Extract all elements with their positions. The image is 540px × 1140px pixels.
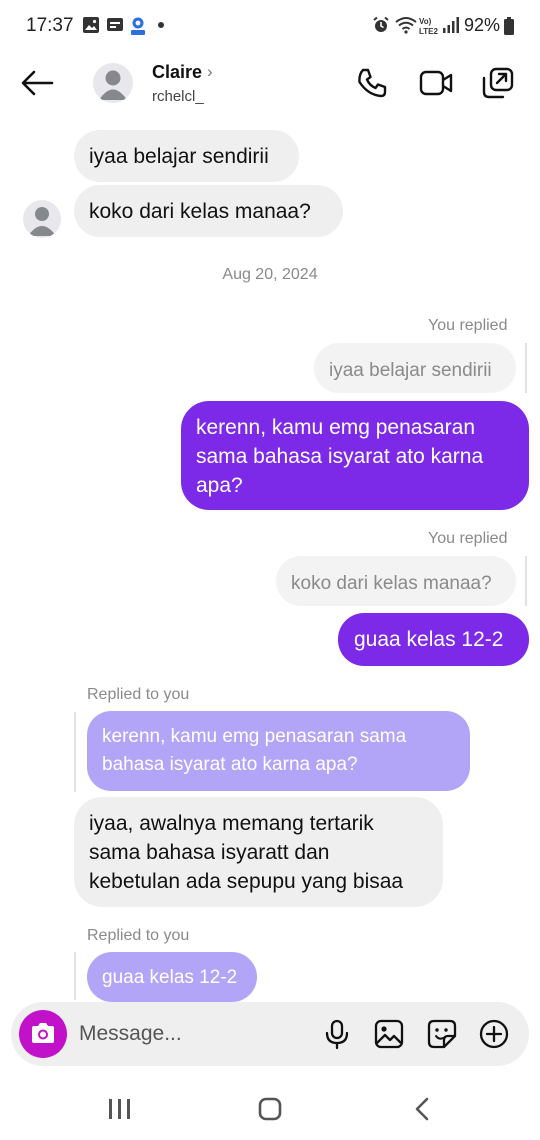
message-text: iyaa belajar sendirii (89, 145, 269, 168)
quoted-message[interactable]: kerenn, kamu emg penasaran sama bahasa i… (87, 711, 470, 791)
contact-name[interactable]: Claire (152, 62, 202, 83)
app-icon (129, 16, 147, 41)
contact-handle[interactable]: rchelcl_ (152, 88, 204, 105)
status-time: 17:37 (26, 15, 74, 36)
volte-icon: Vo) LTE2 (418, 16, 440, 38)
chat-header: Claire › rchelcl_ (0, 52, 540, 116)
sticker-icon[interactable] (426, 1018, 458, 1050)
dot-icon (158, 22, 164, 28)
microphone-icon[interactable] (321, 1018, 353, 1050)
quoted-message[interactable]: guaa kelas 12-2 (87, 952, 257, 1002)
message-line: sama bahasa isyaratt dan (89, 841, 330, 864)
quoted-message[interactable]: koko dari kelas manaa? (276, 556, 516, 606)
phone-icon[interactable] (355, 66, 389, 100)
message-received[interactable]: koko dari kelas manaa? (74, 185, 343, 237)
message-line: apa? (196, 474, 243, 497)
message-text: koko dari kelas manaa? (89, 200, 311, 223)
quoted-text: koko dari kelas manaa? (291, 573, 492, 594)
replied-to-you-label: Replied to you (87, 686, 190, 703)
you-replied-label: You replied (428, 530, 508, 547)
message-line: sama bahasa isyarat ato karna (196, 445, 484, 468)
image-icon[interactable] (373, 1018, 405, 1050)
date-separator: Aug 20, 2024 (222, 266, 318, 283)
svg-text:LTE2: LTE2 (419, 27, 439, 36)
message-received[interactable]: iyaa belajar sendirii (74, 130, 299, 182)
signal-icon (442, 16, 460, 39)
external-link-icon[interactable] (481, 66, 515, 100)
plus-icon[interactable] (478, 1018, 510, 1050)
notification-icon (106, 16, 124, 39)
quoted-line: bahasa isyarat ato karna apa? (102, 754, 358, 775)
system-nav-bar (0, 1076, 540, 1140)
chevron-right-icon[interactable]: › (207, 62, 213, 82)
wifi-icon (394, 16, 418, 39)
message-line: iyaa, awalnya memang tertarik (89, 812, 374, 835)
message-text: guaa kelas 12-2 (354, 628, 504, 651)
recents-icon[interactable] (100, 1094, 140, 1124)
quote-bar (525, 556, 527, 606)
alarm-icon (372, 16, 390, 39)
message-sent[interactable]: kerenn, kamu emg penasaran sama bahasa i… (181, 401, 529, 510)
quoted-message[interactable]: iyaa belajar sendirii (314, 343, 516, 393)
message-composer (11, 1002, 529, 1066)
message-sent[interactable]: guaa kelas 12-2 (338, 613, 529, 666)
camera-icon[interactable] (19, 1010, 67, 1058)
message-received[interactable]: iyaa, awalnya memang tertarik sama bahas… (74, 797, 443, 907)
home-icon[interactable] (250, 1094, 290, 1124)
back-arrow-icon[interactable] (18, 66, 56, 100)
battery-icon (504, 17, 514, 40)
svg-text:Vo): Vo) (419, 17, 432, 26)
quote-bar (74, 712, 76, 792)
avatar-icon[interactable] (93, 63, 133, 103)
quoted-text: iyaa belajar sendirii (329, 360, 492, 381)
message-input[interactable] (79, 1020, 299, 1048)
quoted-text: guaa kelas 12-2 (102, 967, 238, 988)
replied-to-you-label: Replied to you (87, 927, 190, 944)
quote-bar (525, 343, 527, 393)
message-line: kerenn, kamu emg penasaran (196, 416, 475, 439)
you-replied-label: You replied (428, 317, 508, 334)
gallery-icon (82, 16, 100, 39)
quoted-line: kerenn, kamu emg penasaran sama (102, 726, 407, 747)
back-icon[interactable] (402, 1094, 442, 1124)
status-bar: 17:37 Vo) LTE2 92% (0, 0, 540, 52)
quote-bar (74, 952, 76, 1000)
message-line: kebetulan ada sepupu yang bisaa (89, 870, 404, 893)
sender-avatar-icon[interactable] (23, 200, 61, 238)
video-icon[interactable] (418, 66, 453, 100)
battery-percent: 92% (464, 15, 501, 35)
